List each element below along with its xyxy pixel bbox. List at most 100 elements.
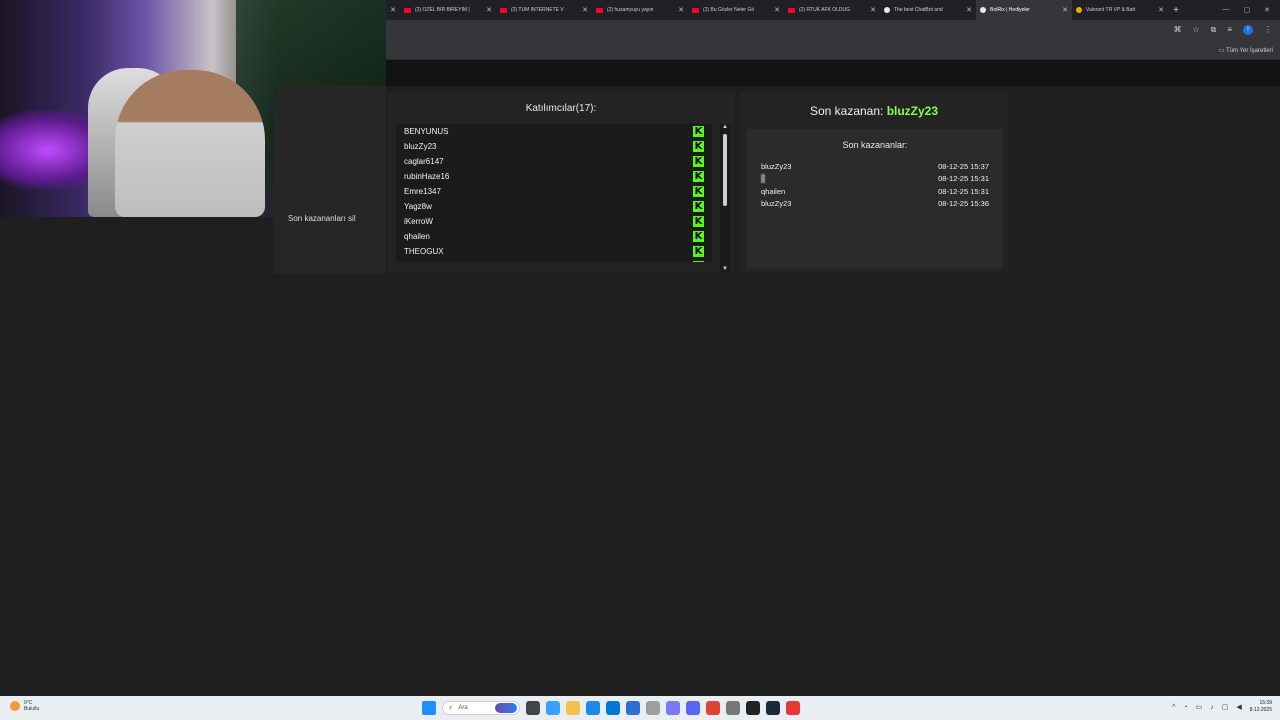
weather-desc: Bulutlu [24,706,40,712]
maximize-icon[interactable]: ▢ [1244,6,1251,14]
close-icon[interactable]: ✕ [966,6,972,14]
mail-icon[interactable] [626,701,640,715]
participant-row[interactable]: BENYUNUS K [396,124,712,139]
chrome-icon[interactable] [706,701,720,715]
participants-scrollbar[interactable]: ▲ ▼ [720,124,730,272]
minimize-icon[interactable]: — [1223,6,1230,14]
copilot-icon[interactable] [546,701,560,715]
youtube-icon [596,7,603,13]
close-icon[interactable]: ✕ [582,6,588,14]
browser-tab[interactable]: Valorant TR VP & Batt ✕ [1072,0,1168,20]
new-tab-button[interactable]: + [1168,5,1184,16]
browser-tab[interactable]: (2) husamyuyu yayın ✕ [592,0,688,20]
profile-avatar[interactable]: I [1243,25,1253,35]
scroll-down-icon[interactable]: ▼ [722,266,728,272]
youtube-icon [692,7,699,13]
close-icon[interactable]: ✕ [386,6,400,14]
participant-row[interactable]: qhailen K [396,229,712,244]
winner-name: bluzZy23 [761,162,792,171]
search-icon: ⌕ [449,704,453,711]
taskbar-search[interactable]: ⌕ Ara [442,701,520,715]
chevron-up-icon[interactable]: ^ [1172,704,1175,711]
participant-row[interactable]: caglar6147 K [396,154,712,169]
winner-row: bluzZy23 08-12-25 15:37 [761,162,989,171]
app-icon[interactable] [726,701,740,715]
participant-row[interactable]: bluzZy23 K [396,139,712,154]
browser-toolbar: ⌘ ☆ ⧉ ≡ I ⋮ [386,20,1280,42]
mic-icon[interactable]: ♪ [1210,704,1214,711]
store-icon[interactable] [606,701,620,715]
app-icon[interactable] [666,701,680,715]
close-icon[interactable]: ✕ [486,6,492,14]
tab-title: The best ChatBot and [894,7,943,13]
translate-icon[interactable]: ⌘ [1173,25,1181,35]
speaker-icon[interactable]: ◀ [1236,703,1241,711]
winner-time: 08-12-25 15:36 [938,199,989,208]
file-explorer-icon[interactable] [566,701,580,715]
task-view-icon[interactable] [526,701,540,715]
system-tray: ^ ◔ ▭ ♪ ▢ ◀ 15:39 8.12.2025 [1172,700,1272,714]
weather-icon [10,701,20,711]
browser-tab[interactable]: (2) ÖZEL BİR BİREYİM | ✕ [400,0,496,20]
close-window-icon[interactable]: ✕ [1264,6,1270,14]
winner-row: q 08-12-25 15:31 [761,174,989,183]
obs-icon[interactable] [746,701,760,715]
all-bookmarks-button[interactable]: ▭ Tüm Yer İşaretleri [1219,47,1273,54]
taskbar-apps: ⌕ Ara [422,699,800,717]
participants-list[interactable]: BENYUNUS KbluzZy23 Kcaglar6147 KrubinHaze16… [396,124,712,262]
browser-tab[interactable]: (2) Bu Gözler Neler Gö ✕ [688,0,784,20]
folder-icon: ▭ [1218,48,1226,54]
close-icon[interactable]: ✕ [870,6,876,14]
winner-row: qhailen 08-12-25 15:31 [761,187,989,196]
app-icon[interactable] [786,701,800,715]
browser-tab-bar: ✕ (2) ÖZEL BİR BİREYİM | ✕ (2) TÜM İNTERN… [386,0,1280,20]
window-controls: — ▢ ✕ [1223,6,1280,14]
close-icon[interactable]: ✕ [1158,6,1164,14]
winner-name: bluzZy23 [761,199,792,208]
participant-row[interactable]: rubinHaze16 K [396,169,712,184]
participant-name: THEOGUX [404,247,444,256]
clear-winners-button[interactable]: Son kazananları sil [288,214,356,223]
extensions-icon[interactable]: ⧉ [1211,25,1217,35]
scroll-thumb[interactable] [723,134,727,206]
browser-tab-active[interactable]: BotRix | Hediyeler ✕ [976,0,1072,20]
battery-icon[interactable]: ▭ [1196,703,1203,711]
discord-icon[interactable] [686,701,700,715]
tab-title: (2) TÜM İNTERNETE V [511,7,564,13]
browser-tab[interactable]: The best ChatBot and ✕ [880,0,976,20]
media-icon[interactable]: ≡ [1227,25,1232,35]
clock[interactable]: 15:39 8.12.2025 [1250,700,1272,714]
participant-row[interactable]: onurbaba37K [396,259,712,262]
kick-platform-icon: K [693,126,704,137]
windows-start-icon[interactable] [422,701,436,715]
kick-platform-icon: K [693,231,704,242]
edge-icon[interactable] [586,701,600,715]
all-bookmarks-label: Tüm Yer İşaretleri [1225,48,1273,54]
participant-name: caglar6147 [404,157,444,166]
participant-row[interactable]: iKerroW K [396,214,712,229]
participant-row[interactable]: THEOGUX K [396,244,712,259]
toolbar-icons: ⌘ ☆ ⧉ ≡ I ⋮ [1173,25,1272,35]
close-icon[interactable]: ✕ [774,6,780,14]
browser-tab[interactable]: (2) RTÜK AFK OLDUĞ ✕ [784,0,880,20]
close-icon[interactable]: ✕ [1062,6,1068,14]
settings-icon[interactable] [646,701,660,715]
kick-platform-icon: K [693,141,704,152]
participant-row[interactable]: Emre1347 K [396,184,712,199]
last-winner-name: bluzZy23 [886,104,939,118]
scroll-up-icon[interactable]: ▲ [722,124,728,130]
left-panel [274,86,386,274]
close-icon[interactable]: ✕ [678,6,684,14]
weather-widget[interactable]: 9°C Bulutlu [10,700,39,712]
botrix-icon [980,7,986,13]
network-icon[interactable]: ◔ [1183,704,1187,711]
kick-platform-icon: K [693,261,704,262]
participant-row[interactable]: Yagz8w K [396,199,712,214]
browser-tab[interactable]: (2) TÜM İNTERNETE V ✕ [496,0,592,20]
monitor-icon[interactable]: ▢ [1222,703,1229,711]
tab-title: (2) ÖZEL BİR BİREYİM | [415,7,470,13]
steam-icon[interactable] [766,701,780,715]
menu-icon[interactable]: ⋮ [1264,25,1272,35]
star-icon[interactable]: ☆ [1192,25,1199,35]
participant-name: Yagz8w [404,202,432,211]
